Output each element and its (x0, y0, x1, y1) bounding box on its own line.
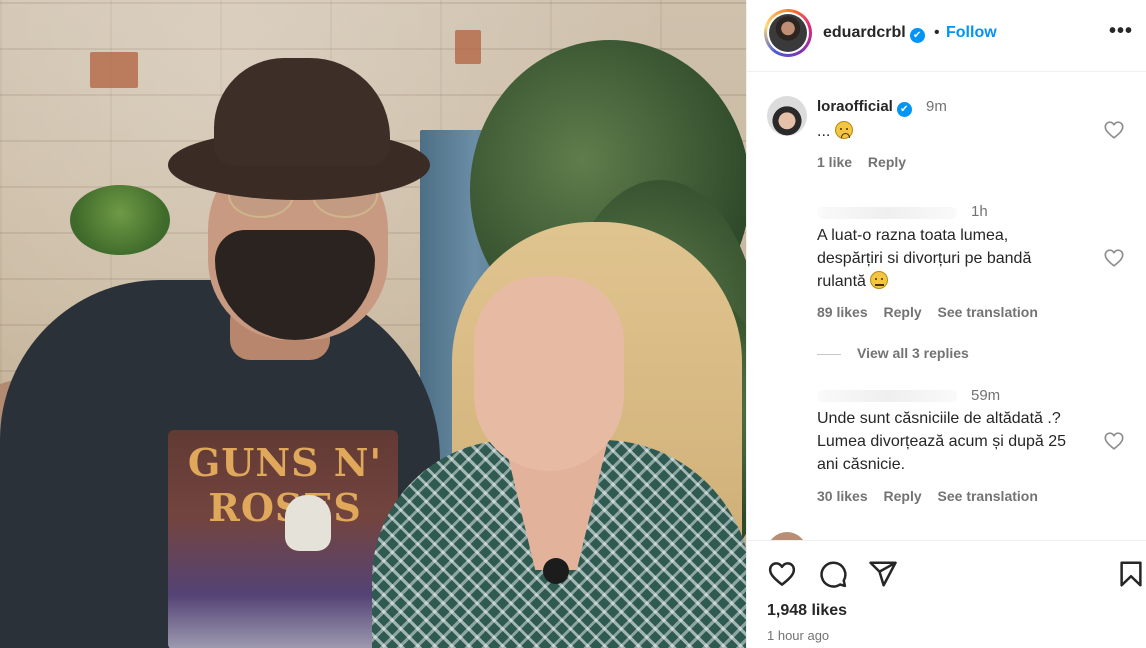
comment-username[interactable]: loraofficial (817, 98, 893, 115)
comment-text-line: Lumea divorțează acum și după 25 (817, 433, 1067, 450)
reply-button[interactable]: Reply (884, 304, 922, 320)
comment-avatar[interactable] (767, 532, 807, 540)
post-actions-bar: 1,948 likes 1 hour ago (747, 540, 1146, 648)
comment-time: 1h (971, 203, 988, 220)
comment-text-line: ani căsnicie. (817, 456, 906, 473)
post-timestamp[interactable]: 1 hour ago (767, 628, 829, 643)
comment-text: ... (817, 123, 831, 140)
necklace-pendant (543, 558, 569, 584)
comment-time: 59m (971, 387, 1001, 404)
view-replies-link[interactable]: View all 3 replies (817, 345, 969, 361)
wall-decoration (455, 30, 481, 64)
bookmark-icon[interactable] (1116, 559, 1146, 589)
comment-likes: 1 like (817, 154, 853, 170)
reply-button[interactable]: Reply (884, 488, 922, 504)
author-username-row[interactable]: eduardcrbl ✔ (823, 24, 925, 43)
post-photo: GUNS N' ROSES (0, 0, 746, 648)
hanging-plant (70, 185, 170, 255)
blurred-username (817, 390, 957, 402)
author-username[interactable]: eduardcrbl (823, 24, 906, 41)
comment-text-line: A luat-o razna toata lumea, (817, 227, 1009, 244)
comment-icon[interactable] (818, 559, 848, 589)
comment-likes: 30 likes (817, 488, 868, 504)
verified-badge-icon: ✔ (909, 28, 925, 43)
comment-time: 9m (926, 98, 947, 115)
comment-text-line: rulantă (817, 273, 866, 290)
blurred-username (817, 207, 957, 219)
likes-count[interactable]: 1,948 likes (767, 602, 847, 620)
neutral-face-emoji-icon (870, 271, 889, 289)
wall-decoration (90, 52, 138, 88)
disappointed-emoji-icon (834, 121, 853, 139)
share-icon[interactable] (868, 559, 898, 589)
woman-face (474, 276, 624, 471)
reply-button[interactable]: Reply (868, 154, 906, 170)
comments-list[interactable]: loraofficial ✔ 9m ... 1 like Reply 1h A l… (747, 72, 1146, 540)
post-header: eduardcrbl ✔ • Follow ••• (747, 0, 1146, 72)
heart-icon[interactable] (767, 559, 797, 589)
comment-likes: 89 likes (817, 304, 868, 320)
tshirt-skull (285, 495, 331, 551)
comment-heart-icon[interactable] (1103, 430, 1125, 452)
verified-badge-icon: ✔ (896, 102, 912, 117)
separator-dot: • (934, 24, 940, 41)
see-translation-link[interactable]: See translation (938, 488, 1038, 504)
more-options-icon[interactable]: ••• (1109, 20, 1133, 43)
comment-text-line: Unde sunt căsniciile de altădată .? (817, 410, 1061, 427)
post-side-panel: eduardcrbl ✔ • Follow ••• loraofficial ✔ 9… (746, 0, 1146, 648)
comment-heart-icon[interactable] (1103, 247, 1125, 269)
comment-heart-icon[interactable] (1103, 119, 1125, 141)
follow-button[interactable]: Follow (946, 24, 997, 42)
see-translation-link[interactable]: See translation (938, 304, 1038, 320)
author-avatar[interactable] (764, 9, 812, 57)
comment-text-line: despărțiri si divorțuri pe bandă (817, 250, 1032, 267)
comment-avatar[interactable] (767, 96, 807, 136)
